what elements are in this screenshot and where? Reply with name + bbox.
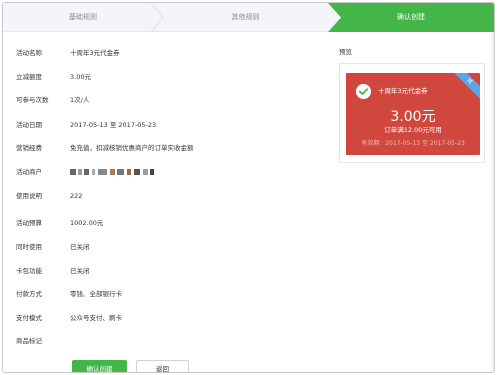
- coupon-name: 十周年3元代金券: [378, 87, 428, 95]
- step-basic-rules: 基础规则: [3, 3, 164, 32]
- field-label: 活动商户: [16, 168, 42, 176]
- coupon-validity: 有效期：2017-05-13 至 2017-05-23: [361, 140, 465, 147]
- field-value: 2017-05-13 至 2017-05-23: [70, 121, 157, 129]
- back-button[interactable]: 返回: [136, 360, 189, 372]
- step-divider-icon: [150, 3, 164, 32]
- field-value: 免充值，扣减核销优惠商户的订单实收金额: [70, 144, 194, 152]
- step-progress-bar: 基础规则 其他规则 确认创建: [3, 3, 494, 32]
- step-label: 其他规则: [231, 13, 260, 21]
- field-label: 营销经费: [16, 144, 42, 152]
- field-label: 活动预算: [16, 219, 42, 227]
- field-label: 卡包功能: [16, 267, 42, 275]
- field-value: 已关闭: [70, 267, 90, 275]
- field-label: 可参与次数: [16, 96, 49, 104]
- field-value: 3.00元: [70, 73, 91, 81]
- field-label: 使用说明: [16, 192, 42, 200]
- wechat-pay-icon: [356, 84, 371, 99]
- confirm-create-button[interactable]: 确认创建: [72, 360, 127, 372]
- merchant-redacted: [70, 168, 170, 176]
- scrollbar-track[interactable]: [491, 32, 494, 372]
- field-value: 222: [70, 192, 83, 200]
- field-label: 活动名称: [16, 49, 42, 57]
- field-value: 1次/人: [70, 96, 90, 104]
- field-label: 支付模式: [16, 314, 42, 322]
- field-value: 1002.00元: [70, 219, 104, 227]
- step-label: 基础规则: [69, 13, 97, 21]
- page-frame: 基础规则 其他规则 确认创建 活动名称 十周年3元代金券 立减额度 3.00元 …: [2, 2, 495, 373]
- coupon-card: 减 十周年3元代金券 3.00元 订单满12.00元可用 有效期：2017-05…: [346, 73, 480, 155]
- preview-title: 预览: [339, 48, 352, 56]
- coupon-ribbon-badge: 减: [448, 73, 480, 103]
- step-confirm-create: 确认创建: [328, 3, 494, 32]
- coupon-condition: 订单满12.00元可用: [384, 126, 442, 134]
- field-value: 零钱、全部银行卡: [70, 290, 122, 298]
- field-label: 活动日期: [16, 121, 42, 129]
- step-other-rules: 其他规则: [163, 3, 328, 32]
- step-arrow-icon: [328, 3, 341, 32]
- field-label: 立减额度: [16, 73, 42, 81]
- field-value: 十周年3元代金券: [70, 49, 120, 57]
- coupon-amount: 3.00元: [390, 109, 436, 125]
- field-value: 已关闭: [70, 243, 90, 251]
- field-label: 付款方式: [16, 290, 42, 298]
- field-label: 同时使用: [16, 243, 42, 251]
- coupon-preview: 减 十周年3元代金券 3.00元 订单满12.00元可用 有效期：2017-05…: [339, 63, 485, 163]
- field-label: 商品标记: [16, 337, 42, 345]
- step-label: 确认创建: [397, 13, 425, 21]
- field-value: 公众号支付、刷卡: [70, 314, 122, 322]
